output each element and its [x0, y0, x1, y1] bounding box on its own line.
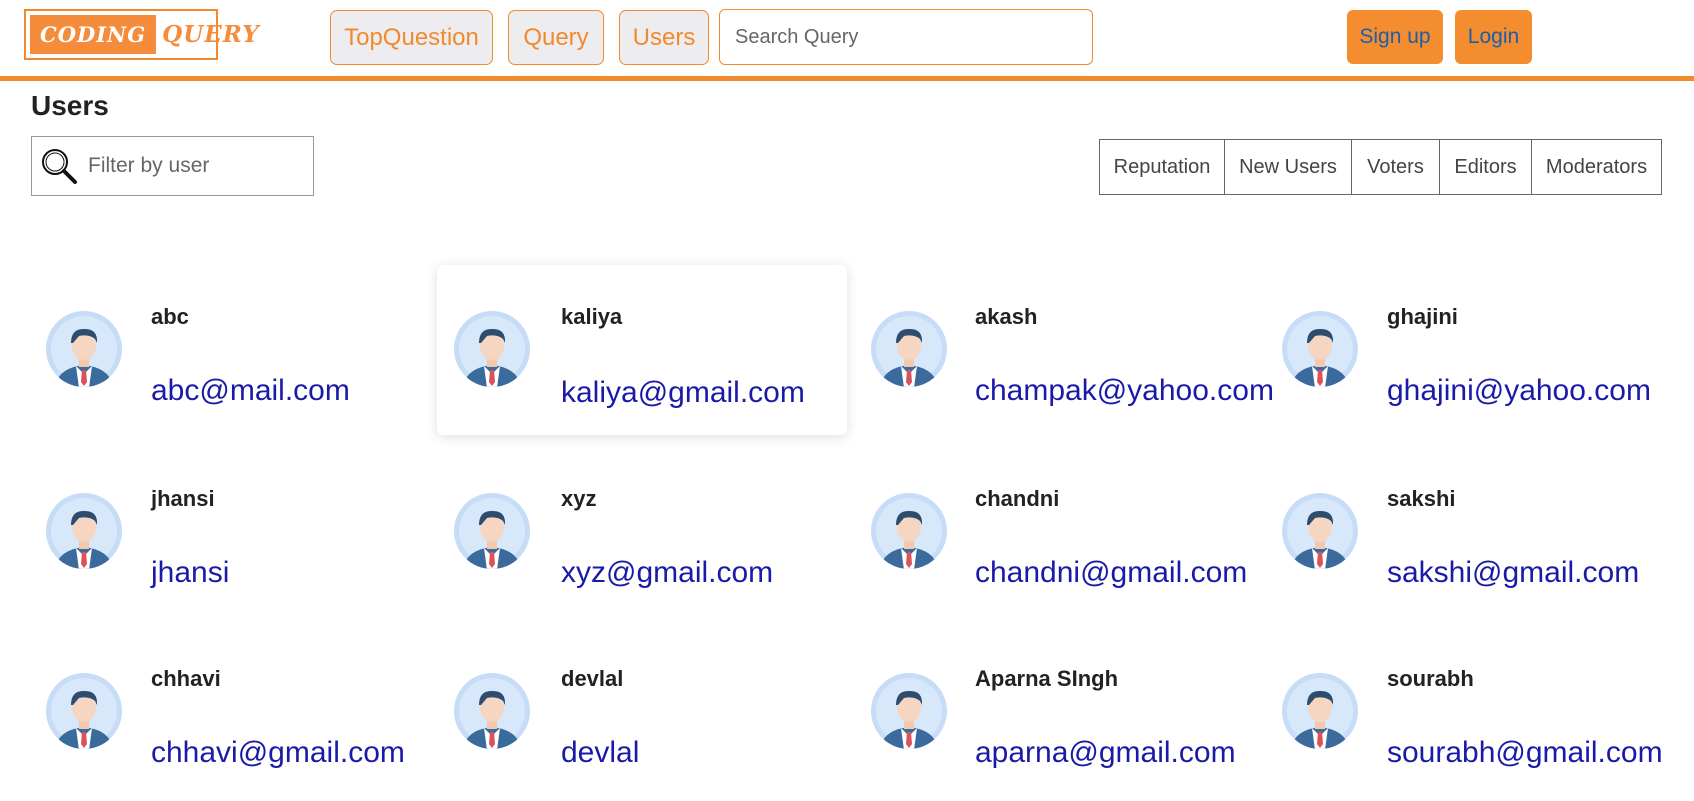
nav-query-button[interactable]: Query [508, 10, 604, 65]
avatar [1281, 492, 1359, 570]
user-email-link[interactable]: chhavi@gmail.com [151, 736, 405, 770]
search-icon [32, 136, 86, 196]
logo-text-right: QUERY [162, 21, 260, 48]
user-email-link[interactable]: jhansi [151, 556, 229, 590]
user-email-link[interactable]: sakshi@gmail.com [1387, 556, 1639, 590]
login-button[interactable]: Login [1455, 10, 1532, 64]
tab-reputation[interactable]: Reputation [1099, 139, 1225, 195]
avatar [453, 672, 531, 750]
user-name[interactable]: akash [975, 304, 1037, 330]
page-title: Users [31, 90, 109, 121]
user-sort-tabs: Reputation New Users Voters Editors Mode… [1099, 139, 1662, 195]
user-email-link[interactable]: kaliya@gmail.com [561, 376, 805, 410]
user-name[interactable]: jhansi [151, 486, 215, 512]
filter-user-placeholder: Filter by user [88, 154, 210, 177]
avatar [870, 492, 948, 570]
user-name[interactable]: sourabh [1387, 666, 1474, 692]
user-email-link[interactable]: sourabh@gmail.com [1387, 736, 1663, 770]
avatar [1281, 310, 1359, 388]
user-name[interactable]: abc [151, 304, 189, 330]
user-name[interactable]: kaliya [561, 304, 622, 330]
tab-moderators[interactable]: Moderators [1531, 139, 1662, 195]
search-query-placeholder: Search Query [735, 25, 859, 48]
user-name[interactable]: sakshi [1387, 486, 1456, 512]
signup-button[interactable]: Sign up [1347, 10, 1443, 64]
user-name[interactable]: ghajini [1387, 304, 1458, 330]
logo-text-left: CODING [30, 15, 157, 54]
logo[interactable]: CODING QUERY [24, 9, 259, 60]
tab-voters[interactable]: Voters [1351, 139, 1440, 195]
user-name[interactable]: devlal [561, 666, 623, 692]
filter-user-input[interactable]: Filter by user [31, 136, 314, 196]
user-email-link[interactable]: champak@yahoo.com [975, 374, 1274, 408]
top-navbar: CODING QUERY TopQuestion Query Users Sea… [0, 0, 1694, 81]
user-email-link[interactable]: chandni@gmail.com [975, 556, 1247, 590]
user-name[interactable]: chandni [975, 486, 1059, 512]
avatar [453, 310, 531, 388]
avatar [870, 310, 948, 388]
user-name[interactable]: chhavi [151, 666, 221, 692]
tab-new-users[interactable]: New Users [1224, 139, 1352, 195]
nav-top-question-button[interactable]: TopQuestion [330, 10, 493, 65]
avatar [45, 310, 123, 388]
user-name[interactable]: xyz [561, 486, 596, 512]
avatar [45, 672, 123, 750]
avatar [45, 492, 123, 570]
user-email-link[interactable]: ghajini@yahoo.com [1387, 374, 1651, 408]
user-email-link[interactable]: devlal [561, 736, 639, 770]
avatar [1281, 672, 1359, 750]
user-email-link[interactable]: abc@mail.com [151, 374, 350, 408]
search-query-input[interactable]: Search Query [719, 9, 1093, 65]
user-name[interactable]: Aparna SIngh [975, 666, 1118, 692]
user-email-link[interactable]: xyz@gmail.com [561, 556, 773, 590]
nav-users-button[interactable]: Users [619, 10, 709, 65]
avatar [453, 492, 531, 570]
tab-editors[interactable]: Editors [1439, 139, 1532, 195]
avatar [870, 672, 948, 750]
user-email-link[interactable]: aparna@gmail.com [975, 736, 1236, 770]
